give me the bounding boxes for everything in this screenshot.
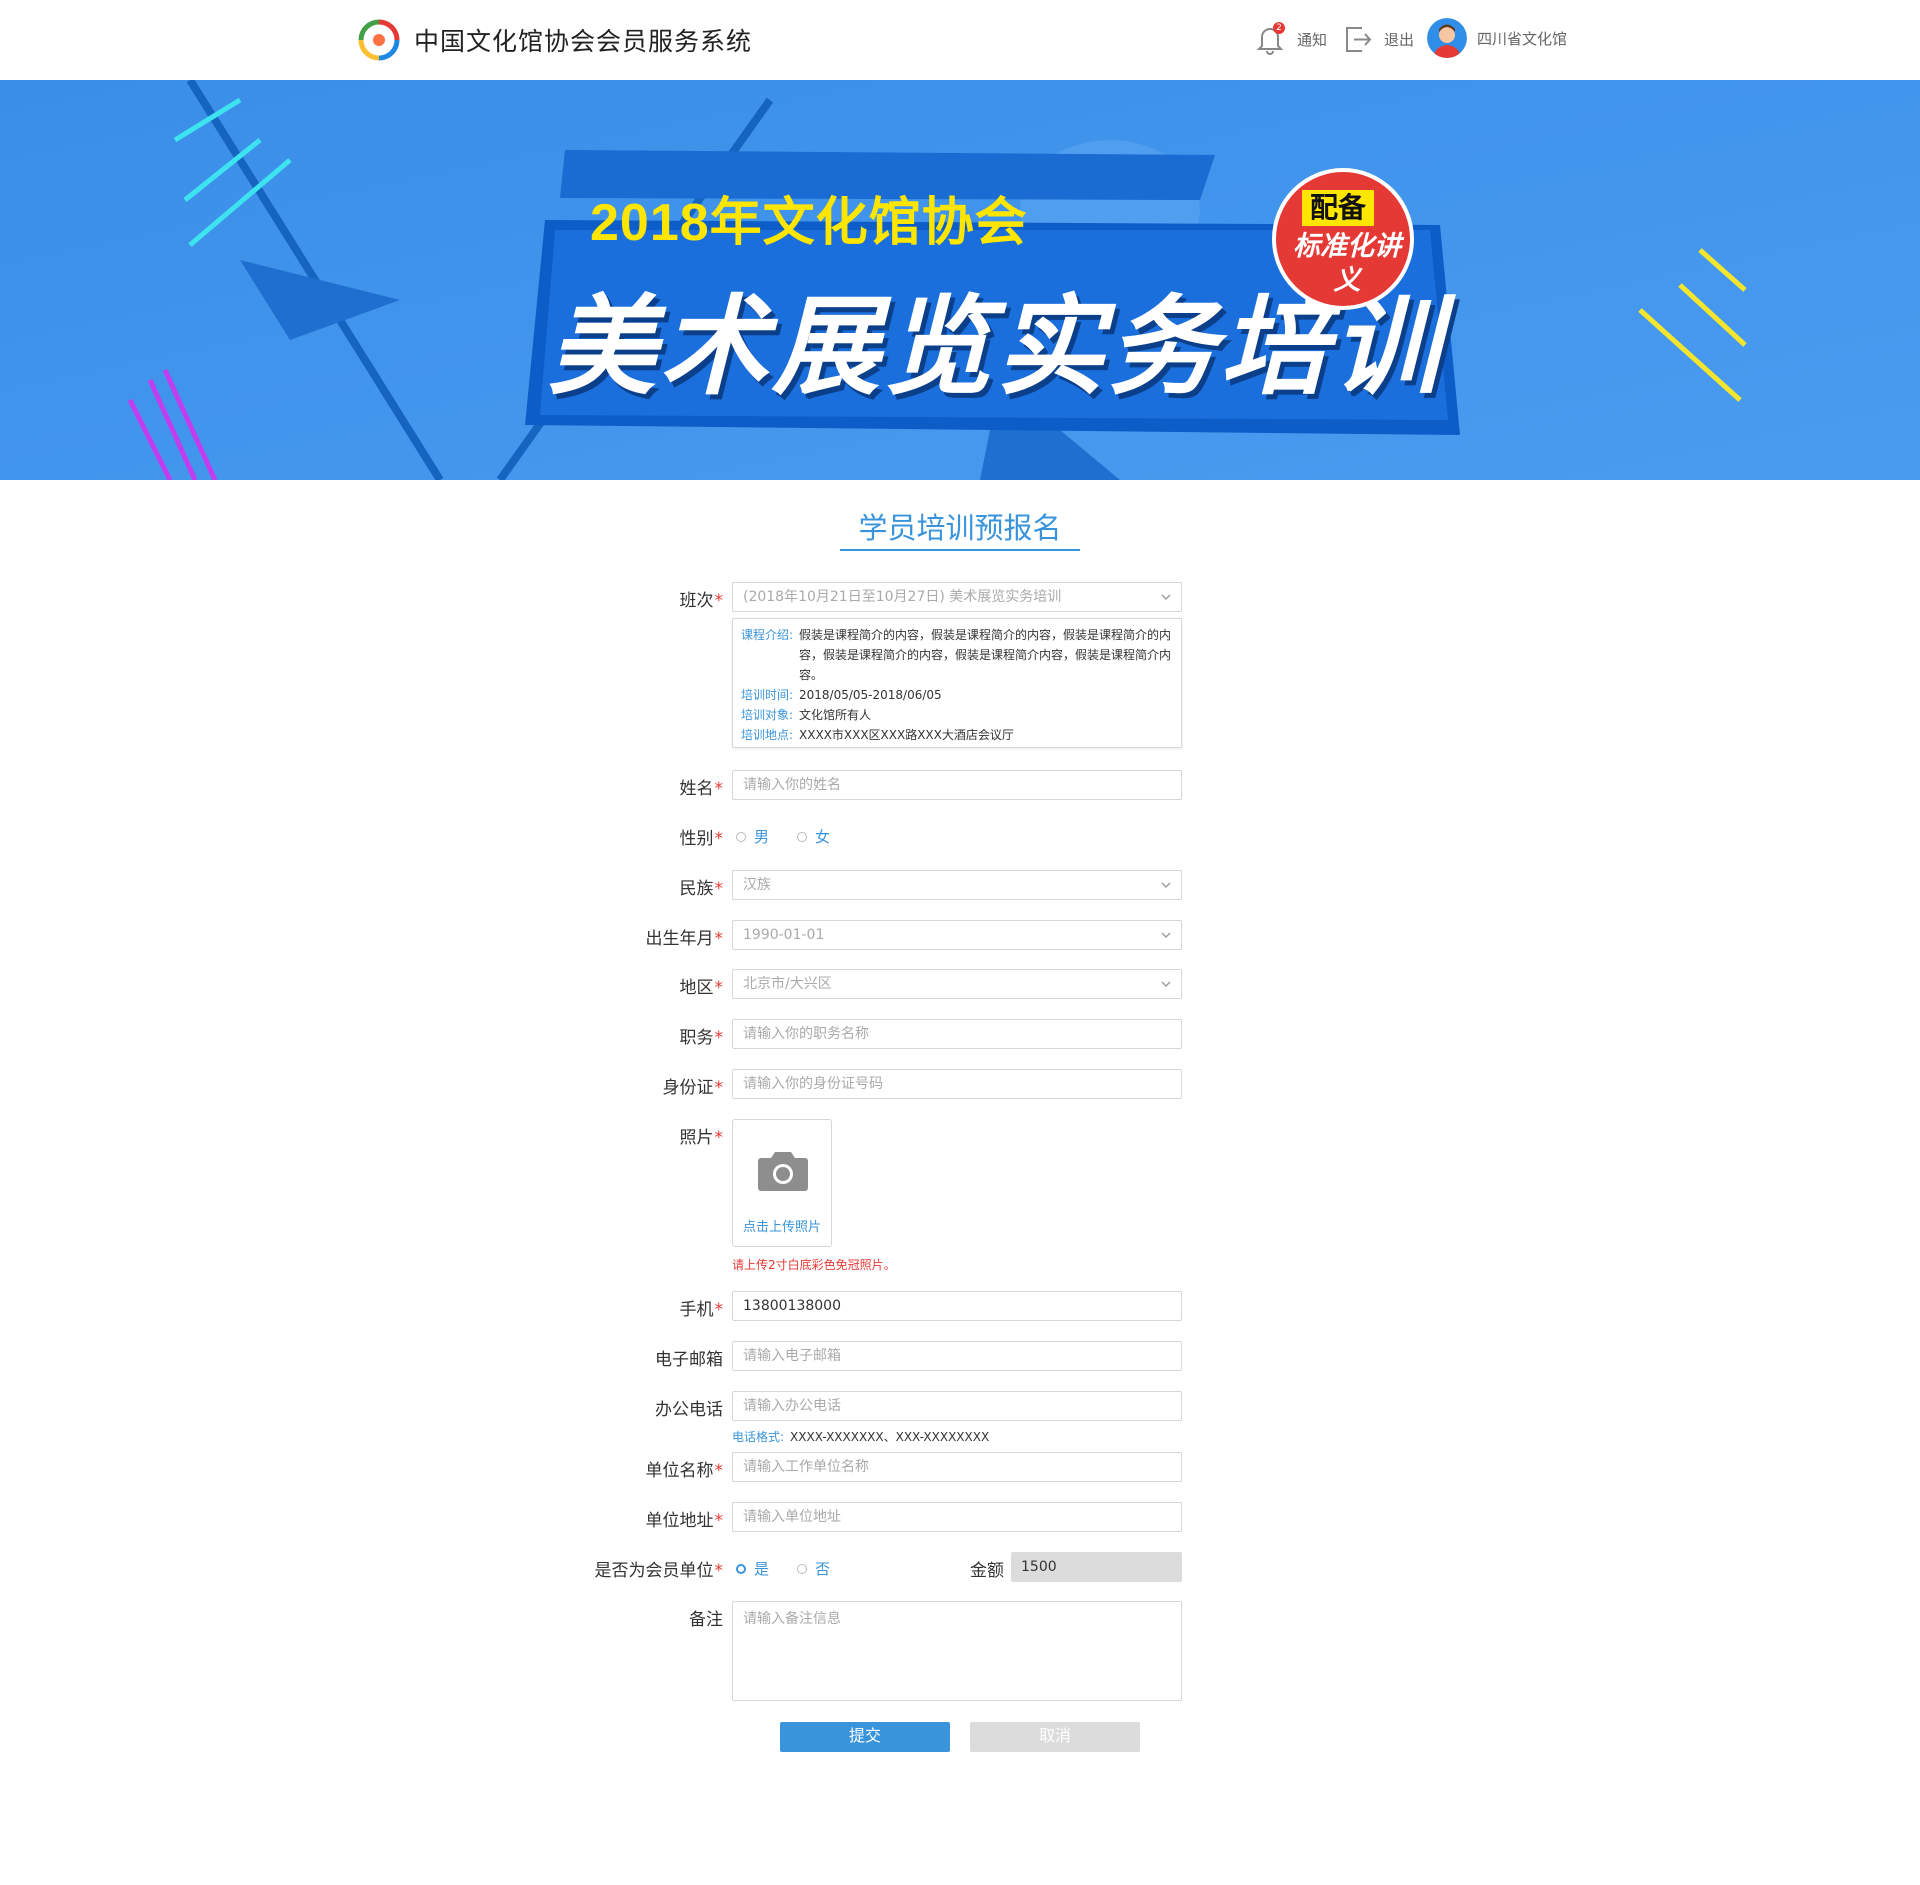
- region-label: 地区*: [679, 978, 724, 998]
- member-unit-no-radio[interactable]: 否: [797, 1558, 830, 1579]
- chevron-down-icon: [1161, 594, 1171, 600]
- photo-hint: 请上传2寸白底彩色免冠照片。: [732, 1258, 896, 1272]
- id-card-input[interactable]: 请输入你的身份证号码: [732, 1069, 1182, 1099]
- office-phone-row: 办公电话 请输入办公电话: [0, 1391, 1920, 1421]
- id-card-row: 身份证* 请输入你的身份证号码: [0, 1069, 1920, 1099]
- class-row: 班次* (2018年10月21日至10月27日) 美术展览实务培训: [0, 582, 1920, 612]
- member-unit-radio-group: 是 否: [736, 1558, 830, 1579]
- ethnicity-label: 民族*: [679, 879, 724, 899]
- class-select[interactable]: (2018年10月21日至10月27日) 美术展览实务培训: [732, 582, 1182, 612]
- gender-female-radio[interactable]: 女: [797, 826, 830, 847]
- company-name-label: 单位名称*: [645, 1461, 724, 1481]
- course-intro-value: 假装是课程简介的内容，假装是课程简介的内容，假装是课程简介的内容，假装是课程简介…: [799, 628, 1172, 682]
- class-label: 班次*: [679, 591, 724, 611]
- course-place-key: 培训地点:: [741, 728, 794, 742]
- photo-row: 照片*: [0, 1119, 1920, 1149]
- name-row: 姓名* 请输入你的姓名: [0, 770, 1920, 800]
- phone-format-hint: 电话格式: XXXX-XXXXXXX、XXX-XXXXXXXX: [732, 1428, 989, 1445]
- logout-icon: [1346, 27, 1372, 52]
- mobile-input[interactable]: 13800138000: [732, 1291, 1182, 1321]
- position-input[interactable]: 请输入你的职务名称: [732, 1019, 1182, 1049]
- bell-icon: 2: [1253, 22, 1287, 56]
- gender-row: 性别* 男 女: [0, 820, 1920, 850]
- email-label: 电子邮箱: [655, 1350, 723, 1370]
- notify-badge: 2: [1273, 22, 1285, 34]
- course-time-key: 培训时间:: [741, 688, 794, 702]
- course-target-value: 文化馆所有人: [799, 708, 872, 722]
- phone-format-key: 电话格式:: [732, 1430, 785, 1444]
- avatar: [1427, 18, 1467, 58]
- name-label: 姓名*: [679, 779, 724, 799]
- ethnicity-select[interactable]: 汉族: [732, 870, 1182, 900]
- birth-row: 出生年月* 1990-01-01: [0, 920, 1920, 950]
- mobile-row: 手机* 13800138000: [0, 1291, 1920, 1321]
- position-row: 职务* 请输入你的职务名称: [0, 1019, 1920, 1049]
- region-row: 地区* 北京市/大兴区: [0, 969, 1920, 999]
- company-addr-row: 单位地址* 请输入单位地址: [0, 1502, 1920, 1532]
- user-menu[interactable]: 四川省文化馆: [1427, 18, 1567, 58]
- submit-button[interactable]: 提交: [780, 1722, 950, 1752]
- logo-icon: [358, 19, 400, 61]
- phone-format-value: XXXX-XXXXXXX、XXX-XXXXXXXX: [790, 1430, 990, 1444]
- chevron-down-icon: [1161, 981, 1171, 987]
- app-title: 中国文化馆协会会员服务系统: [414, 27, 753, 56]
- mobile-label: 手机*: [679, 1300, 724, 1320]
- course-info-panel: 课程介绍: 假装是课程简介的内容，假装是课程简介的内容，假装是课程简介的内容，假装…: [732, 618, 1182, 748]
- company-name-row: 单位名称* 请输入工作单位名称: [0, 1452, 1920, 1482]
- member-unit-label: 是否为会员单位*: [594, 1561, 724, 1581]
- office-phone-input[interactable]: 请输入办公电话: [732, 1391, 1182, 1421]
- ethnicity-row: 民族* 汉族: [0, 870, 1920, 900]
- region-select[interactable]: 北京市/大兴区: [732, 969, 1182, 999]
- id-card-label: 身份证*: [662, 1078, 724, 1098]
- logout-button[interactable]: 退出: [1342, 22, 1414, 56]
- birth-label: 出生年月*: [645, 929, 724, 949]
- course-intro-key: 课程介绍:: [741, 628, 794, 642]
- course-time-value: 2018/05/05-2018/06/05: [799, 688, 942, 702]
- position-label: 职务*: [679, 1028, 724, 1048]
- member-unit-row: 是否为会员单位* 是 否 金额 1500: [0, 1552, 1920, 1582]
- company-name-input[interactable]: 请输入工作单位名称: [732, 1452, 1182, 1482]
- notify-button[interactable]: 2 通知: [1253, 22, 1327, 56]
- bubble-top-text: 配备: [1302, 190, 1375, 226]
- chevron-down-icon: [1161, 882, 1171, 888]
- remark-textarea[interactable]: 请输入备注信息: [732, 1601, 1182, 1701]
- chevron-down-icon: [1161, 932, 1171, 938]
- company-addr-input[interactable]: 请输入单位地址: [732, 1502, 1182, 1532]
- notify-label: 通知: [1297, 30, 1328, 49]
- gender-male-radio[interactable]: 男: [736, 826, 769, 847]
- amount-field: 1500: [1011, 1552, 1182, 1582]
- form-title-underline: [840, 549, 1080, 551]
- birth-select[interactable]: 1990-01-01: [732, 920, 1182, 950]
- camera-icon: [758, 1152, 808, 1191]
- course-target-key: 培训对象:: [741, 708, 794, 722]
- office-phone-label: 办公电话: [655, 1400, 723, 1420]
- name-input[interactable]: 请输入你的姓名: [732, 770, 1182, 800]
- photo-label: 照片*: [679, 1128, 724, 1148]
- bubble-bottom-text: 标准化讲义: [1293, 231, 1401, 296]
- gender-radio-group: 男 女: [736, 826, 830, 847]
- banner-year-title: 2018年文化馆协会: [590, 194, 1028, 252]
- photo-upload-text: 点击上传照片: [742, 1220, 821, 1235]
- course-place-value: XXXX市XXX区XXX路XXX大酒店会议厅: [799, 728, 1014, 742]
- remark-label: 备注: [689, 1610, 723, 1630]
- member-unit-yes-radio[interactable]: 是: [736, 1558, 769, 1579]
- gender-label: 性别*: [679, 829, 724, 849]
- top-header: 中国文化馆协会会员服务系统 2 通知 退出 四川省文化馆: [0, 0, 1920, 80]
- form-title: 学员培训预报名: [858, 511, 1062, 545]
- amount-label: 金额: [970, 1561, 1004, 1581]
- logout-label: 退出: [1384, 30, 1415, 49]
- cancel-button[interactable]: 取消: [970, 1722, 1140, 1752]
- company-addr-label: 单位地址*: [645, 1511, 724, 1531]
- email-input[interactable]: 请输入电子邮箱: [732, 1341, 1182, 1371]
- photo-upload-button[interactable]: 点击上传照片: [732, 1119, 832, 1247]
- badge-bubble: 配备 标准化讲义: [1272, 168, 1414, 310]
- email-row: 电子邮箱 请输入电子邮箱: [0, 1341, 1920, 1371]
- user-name: 四川省文化馆: [1477, 29, 1568, 48]
- banner: 2018年文化馆协会 美术展览实务培训 配备 标准化讲义: [0, 80, 1920, 480]
